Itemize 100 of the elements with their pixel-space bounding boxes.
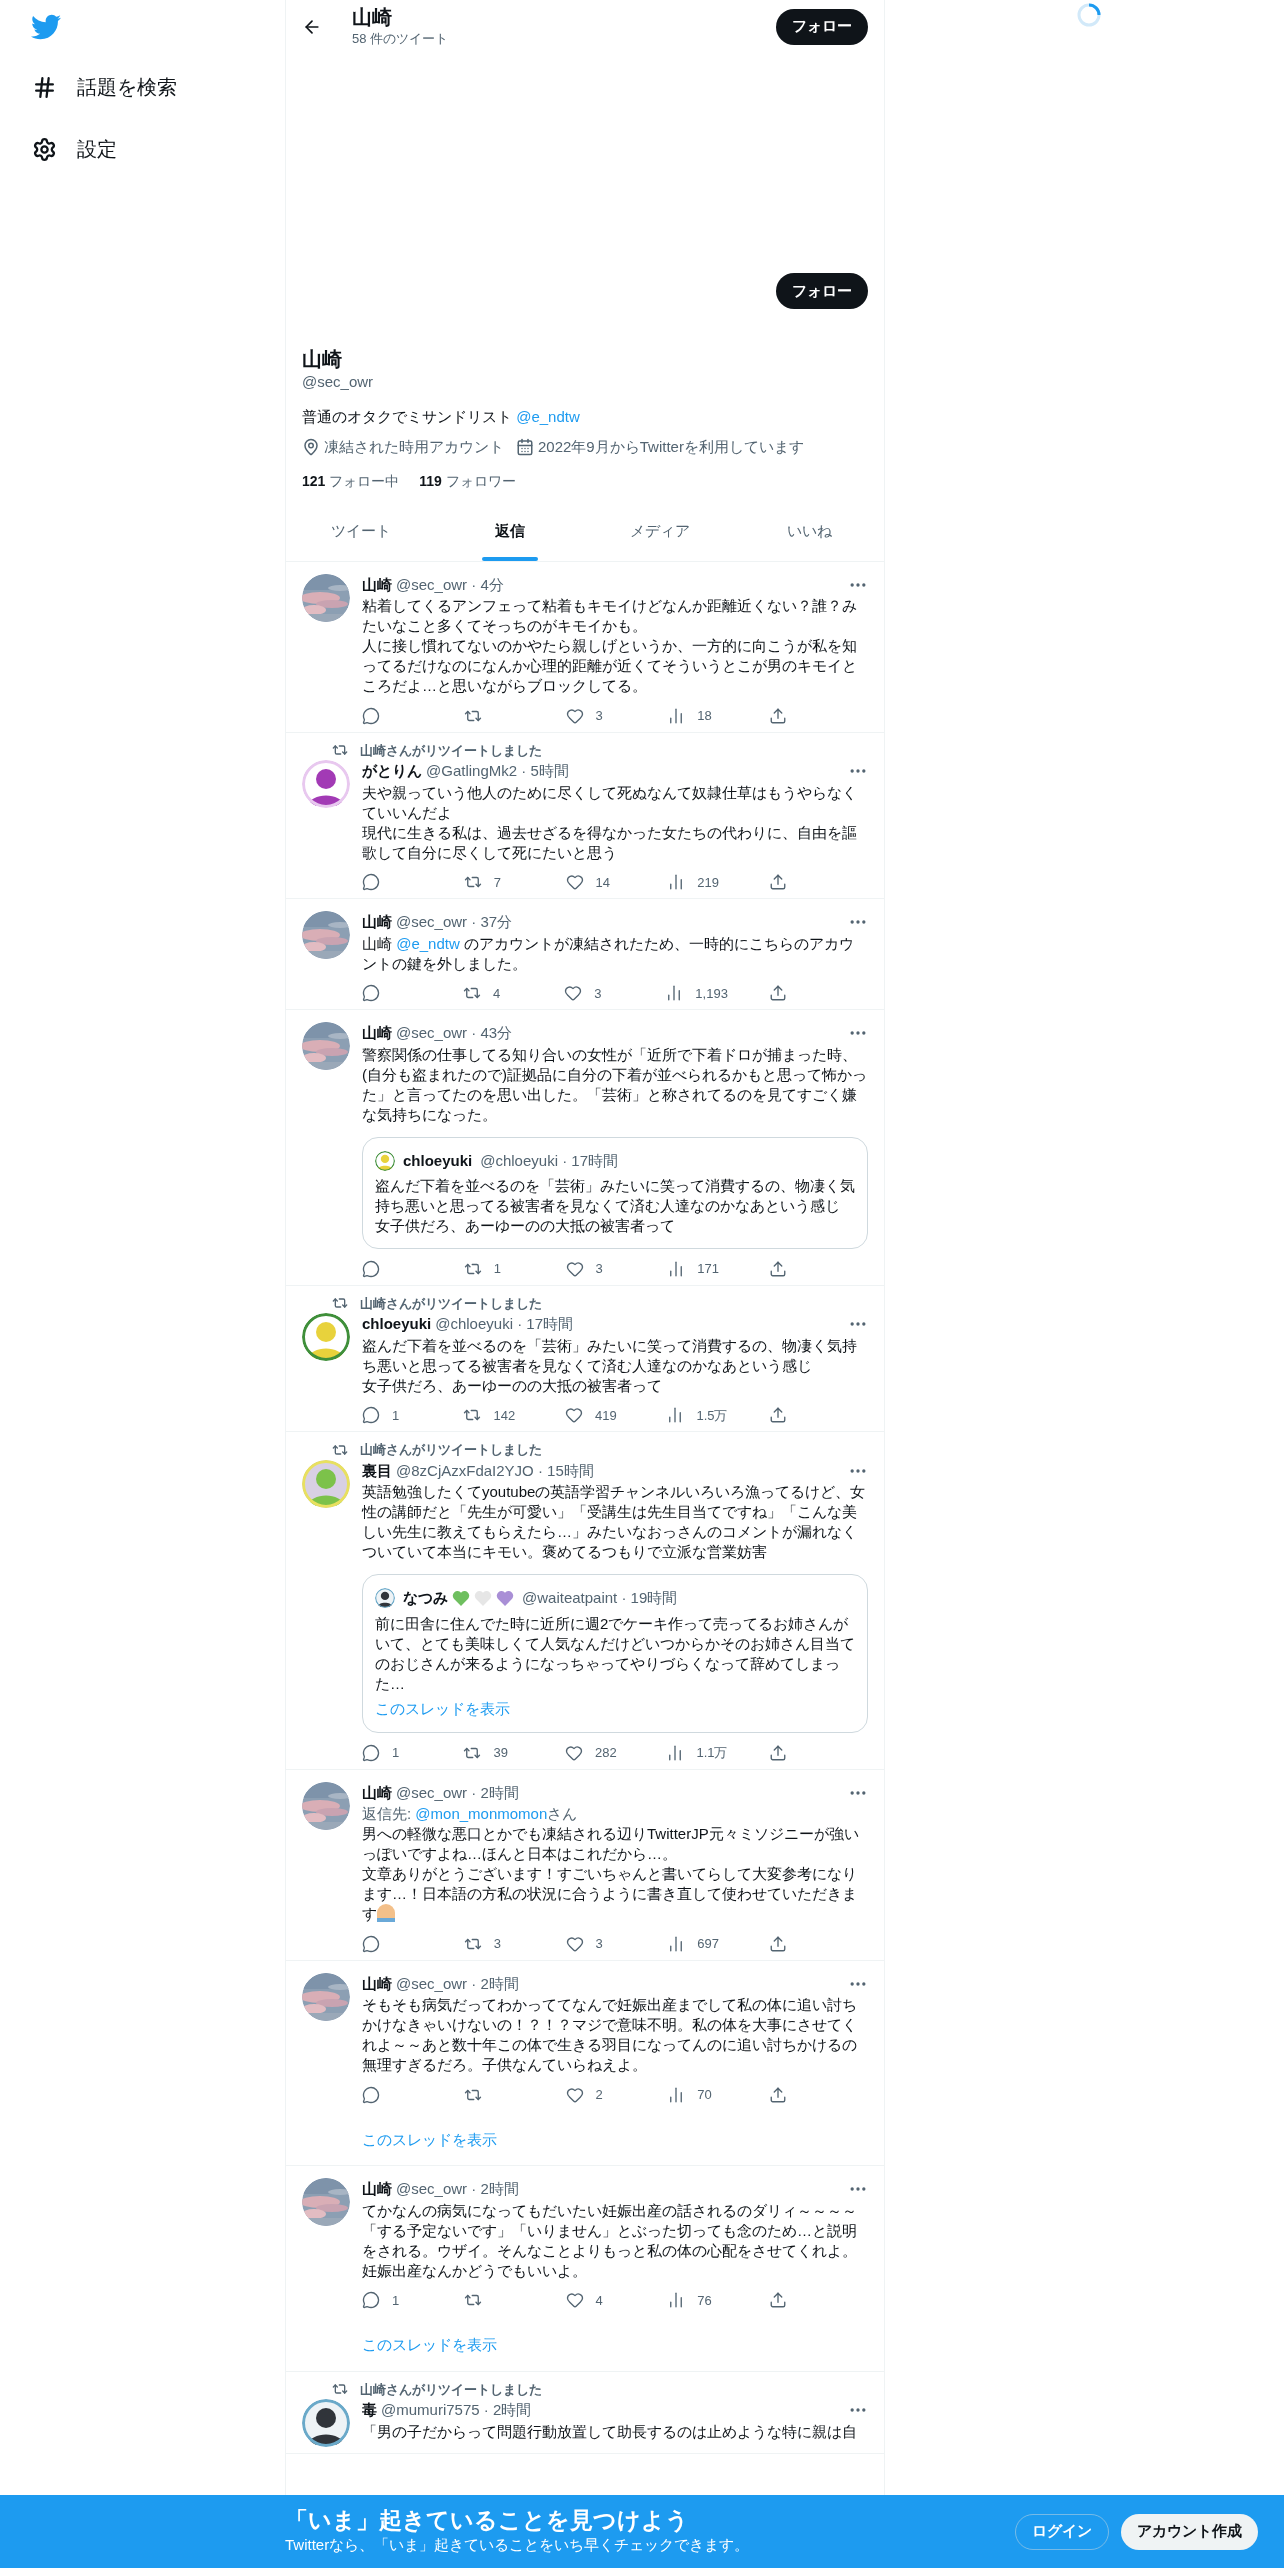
follow-button[interactable]: フォロー <box>776 8 868 45</box>
share-icon[interactable] <box>768 1743 787 1762</box>
reply-icon[interactable] <box>362 984 380 1003</box>
stat-count: 14 <box>595 873 610 892</box>
retweet-notice: 山崎さんがリツイートしました <box>360 741 542 760</box>
following-link[interactable]: 121 フォロー中 <box>302 470 400 492</box>
reply-icon[interactable] <box>362 2291 380 2310</box>
stat-count: 171 <box>697 1260 719 1278</box>
profile-tab[interactable]: 返信 <box>435 507 585 561</box>
share-icon[interactable] <box>769 873 787 892</box>
stat-count: 1,193 <box>695 984 728 1003</box>
stat-count: 1 <box>392 1406 400 1425</box>
stat-count: 70 <box>697 2086 712 2104</box>
quoted-tweet[interactable]: なつみ @waiteatpaint · 19時間 前に田舎に住んでた時に近所に週2でケーキ作って売ってるお姉さんがいて、とても美味しくて人気なんだけどいつからかそのお姉さん目当てのおじさんが来るようになっちゃってやりづらくなって辞めてしまった… このスレッドを表示 <box>362 1574 868 1733</box>
author-meta: @chloeyuki · 17時間 <box>435 1314 573 1334</box>
author-meta: @waiteatpaint · 19時間 <box>522 1588 678 1608</box>
settings-icon <box>32 136 57 162</box>
share-icon[interactable] <box>769 1259 787 1278</box>
profile-handle: @sec_owr <box>302 372 375 392</box>
like-icon[interactable] <box>564 984 583 1003</box>
bird-logo-icon[interactable] <box>31 12 61 42</box>
author-meta: @sec_owr · 2時間 <box>396 1973 519 1994</box>
avatar <box>302 2399 350 2447</box>
signup-button[interactable]: アカウント作成 <box>1121 2513 1258 2550</box>
author-meta: @sec_owr · 2時間 <box>396 1782 519 1803</box>
profile-tab[interactable]: ツイート <box>286 507 436 561</box>
author-name: 山崎 <box>362 2179 392 2199</box>
location-icon <box>302 438 320 457</box>
author-meta: @GatlingMk2 · 5時間 <box>426 761 569 781</box>
avatar <box>375 1588 395 1609</box>
profile-bio: 普通のオタクでミサンドリスト @e_ndtw <box>302 406 581 427</box>
follow-button[interactable]: フォロー <box>776 273 868 309</box>
like-icon[interactable] <box>565 873 584 892</box>
profile-tab[interactable]: いいね <box>734 507 884 561</box>
tweet-text: 盗んだ下着を並べるのを「芸術」みたいに笑って消費するの、物凄く気持ち悪いと思ってる被害者を見なくて済む人達なのかなあという感じ 女子供だろ、あーゆーのの大抵の被害者って <box>375 1176 855 1236</box>
stat-count: 3 <box>595 1260 603 1278</box>
stat-count: 76 <box>697 2291 712 2310</box>
author-name: 毒 <box>362 2400 377 2420</box>
stat-count: 7 <box>493 873 501 892</box>
share-icon[interactable] <box>769 706 787 725</box>
hash-icon <box>32 74 57 100</box>
reply-icon[interactable] <box>362 1259 380 1278</box>
nav-item[interactable]: 設定 <box>30 118 285 180</box>
author-meta: @sec_owr · 43分 <box>396 1023 513 1043</box>
author-name: 山崎 <box>362 1973 392 1994</box>
reply-icon[interactable] <box>362 1743 380 1762</box>
profile-tab[interactable]: メディア <box>585 507 735 561</box>
author-name: なつみ <box>403 1588 448 1608</box>
reply-icon[interactable] <box>362 706 380 725</box>
author-name: 山崎 <box>362 1782 392 1803</box>
stat-count: 1 <box>493 1260 501 1278</box>
share-icon[interactable] <box>769 2085 787 2104</box>
author-name: 裏目 <box>362 1460 392 1481</box>
reply-to: 返信先: @mon_monmomonさん <box>362 1804 579 1824</box>
profile-name: 山崎 <box>302 347 343 371</box>
like-icon[interactable] <box>565 2085 584 2104</box>
stat-count: 1 <box>392 2291 400 2310</box>
avatar <box>302 1313 350 1361</box>
reply-icon[interactable] <box>362 873 380 892</box>
tweet-text: 前に田舎に住んでた時に近所に週2でケーキ作って売ってるお姉さんがいて、とても美味しくて人気なんだけどいつからかそのお姉さん目当てのおじさんが来るようになっちゃってやりづらくなって辞めてしまった… <box>375 1613 855 1694</box>
avatar <box>375 1150 395 1171</box>
reply-icon[interactable] <box>362 1934 380 1953</box>
tweet-text: 英語勉強したくてyoutubeの英語学習チャンネルいろいろ漁ってるけど、女性の講師だと「先生が可愛い」「受講生は先生目当てですね」「こんな美しい先生に教えてもらえたら…」みたいなおっさんのコメントが漏れなくついていて本当にキモい。褒めてるつもりで立派な営業妨害 <box>362 1482 867 1562</box>
avatar <box>302 1459 350 1508</box>
stat-count: 1.5万 <box>696 1406 728 1425</box>
like-icon[interactable] <box>564 1406 583 1425</box>
tweet-text: 山崎 @e_ndtw のアカウントが凍結されたため、一時的にこちらのアカウントの鍵を外しました。 <box>362 933 855 974</box>
stat-count: 1 <box>392 1744 400 1762</box>
join-date: 2022年9月からTwitterを利用しています <box>538 437 804 457</box>
tweet-text: 警察関係の仕事してる知り合いの女性が「近所で下着ドロが捕まった時、(自分も盗まれたので)証拠品に自分の下着が並べられるかもと思って怖かった」と言ってたのを思い出した。「芸術」と称されてるのを見てすごく嫌な気持ちになった。 <box>362 1044 868 1125</box>
like-icon[interactable] <box>564 1743 583 1762</box>
share-icon[interactable] <box>769 2291 787 2310</box>
nav-item[interactable]: 話題を検索 <box>30 56 285 118</box>
tweet-text: てかなんの病気になってもだいたい妊娠出産の話されるのダリィ～～～～「する予定ないです」「いりません」とぶった切っても念のため…と説明をされる。ウザイ。そんなことよりもっと私の体の心配をさせてくれよ。妊娠出産なんかどうでもいいよ。 <box>362 2200 858 2281</box>
followers-link[interactable]: 119 フォロワー <box>419 470 516 492</box>
retweet-notice: 山崎さんがリツイートしました <box>360 1294 542 1313</box>
stat-count: 2 <box>595 2086 603 2104</box>
like-icon[interactable] <box>565 706 584 725</box>
author-name: がとりん <box>362 761 422 781</box>
tweet-count: 58 件のツイート <box>352 29 449 48</box>
reply-icon[interactable] <box>362 1406 380 1425</box>
like-icon[interactable] <box>565 2291 584 2310</box>
like-icon[interactable] <box>565 1259 584 1278</box>
share-icon[interactable] <box>769 1934 787 1953</box>
stat-count: 282 <box>594 1744 617 1762</box>
tweet-text: 男への軽微な悪口とかでも凍結される辺りTwitterJP元々ミソジニーが強いっぽいですよね…ほんと日本はこれだから…。 文章ありがとうございます！すごいちゃんと書いてらして大変参考になります…！日本語の方私の状況に合うように書き直して使わせていただきます <box>362 1824 860 1924</box>
author-name: chloeyuki <box>362 1314 432 1334</box>
like-icon[interactable] <box>565 1934 584 1953</box>
calendar-icon <box>516 438 534 457</box>
author-meta: @sec_owr · 4分 <box>396 574 504 595</box>
stat-count: 3 <box>594 984 602 1003</box>
share-icon[interactable] <box>768 1406 787 1425</box>
reply-icon[interactable] <box>362 2085 380 2104</box>
quoted-tweet[interactable]: chloeyuki @chloeyuki · 17時間 盗んだ下着を並べるのを「芸術」みたいに笑って消費するの、物凄く気持ち悪いと思ってる被害者を見なくて済む人達なのかなあという感じ 女子供だろ、あーゆーのの大抵の被害者って <box>362 1136 868 1249</box>
stat-count: 4 <box>493 984 501 1003</box>
author-meta: @chloeyuki · 17時間 <box>480 1150 618 1171</box>
tweet-text: そもそも病気だってわかっててなんで妊娠出産までして私の体に追い討ちかけなきゃいけないの！？！？マジで意味不明。私の体を大事にさせてくれよ～～あと数十年この体で生きる羽目になってんのに追い討ちかけるの無理すぎるだろ。子供なんていらねえよ。 <box>362 1995 858 2075</box>
stat-count: 419 <box>594 1406 617 1425</box>
share-icon[interactable] <box>769 984 787 1003</box>
author-name: 山崎 <box>362 912 392 932</box>
